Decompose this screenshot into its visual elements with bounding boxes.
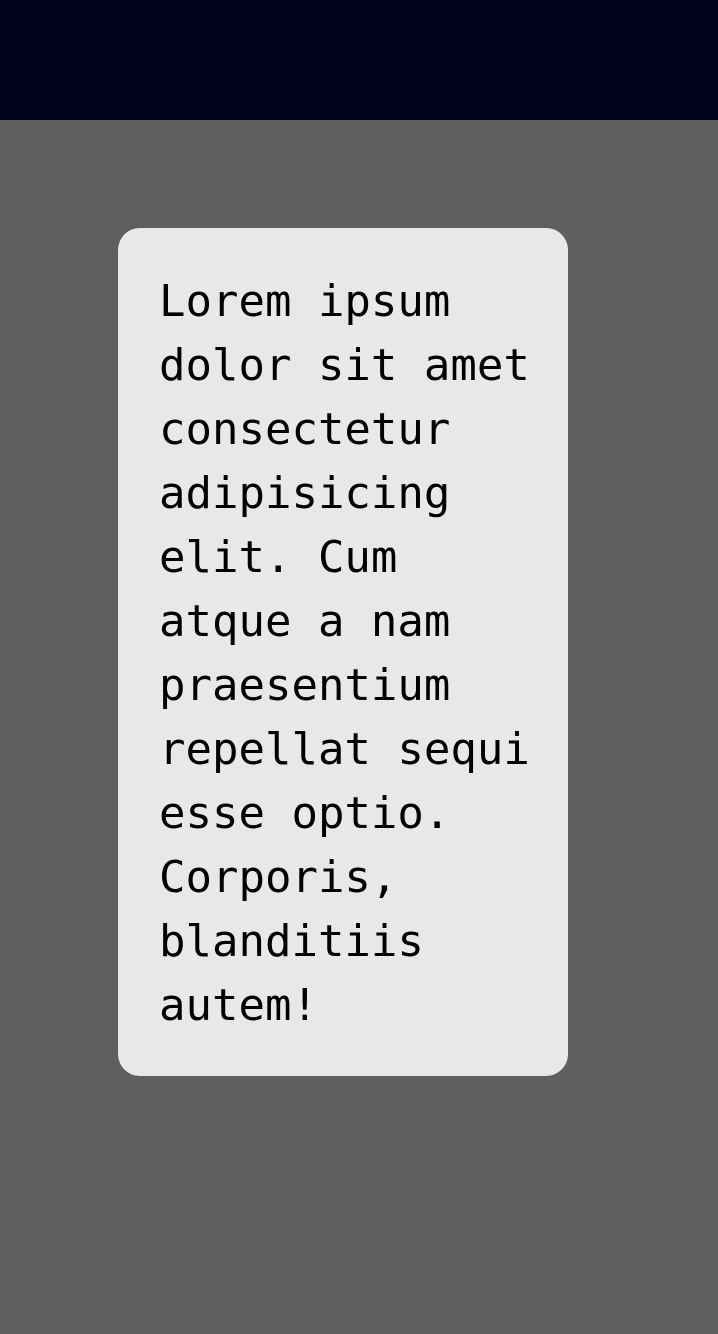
card-text: Lorem ipsum dolor sit amet consectetur a… bbox=[159, 276, 530, 1031]
top-app-bar bbox=[0, 0, 718, 120]
